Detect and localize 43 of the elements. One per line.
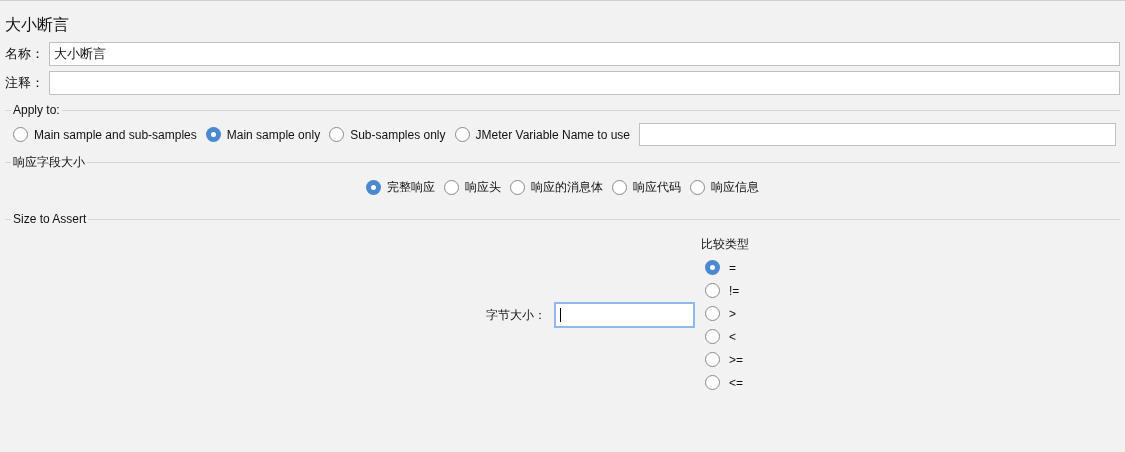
radio-button[interactable] [444, 179, 459, 195]
text-field[interactable] [49, 71, 1120, 95]
radio-label: JMeter Variable Name to use [475, 126, 631, 144]
radio-label: > [729, 305, 736, 323]
radio-button[interactable] [705, 260, 720, 275]
size-input[interactable] [554, 301, 695, 328]
radio-label: 响应代码 [633, 179, 681, 196]
radio-button[interactable] [705, 306, 720, 321]
radio-button[interactable] [612, 179, 627, 195]
radio-button[interactable] [329, 127, 345, 142]
text-cursor-icon [560, 307, 561, 322]
compare-type-title: 比较类型 [701, 236, 749, 253]
radio-label: >= [729, 351, 743, 369]
radio-button[interactable] [13, 127, 28, 142]
radio-label: != [729, 282, 740, 300]
radio-label: 响应的消息体 [531, 179, 603, 196]
radio-label: Main sample only [226, 126, 321, 144]
radio-button[interactable] [454, 127, 470, 142]
radio-label: Sub-samples only [350, 126, 446, 144]
radio-button[interactable] [705, 352, 720, 367]
field-label: 注释： [5, 74, 45, 93]
radio-label: Main sample and sub-samples [34, 126, 197, 144]
radio-button[interactable] [705, 375, 720, 390]
variable-name-field[interactable] [639, 123, 1116, 146]
radio-button[interactable] [366, 179, 381, 195]
radio-button[interactable] [690, 179, 705, 195]
radio-label: = [729, 259, 736, 277]
panel-title: 大小断言 [5, 15, 70, 35]
group-legend: 响应字段大小 [11, 153, 87, 171]
radio-button[interactable] [510, 179, 525, 195]
radio-button[interactable] [705, 283, 720, 298]
radio-label: 响应头 [465, 179, 501, 196]
group-legend: Size to Assert [11, 210, 89, 228]
field-label: 名称： [5, 45, 45, 64]
radio-label: 响应信息 [711, 179, 759, 196]
radio-label: 完整响应 [387, 179, 435, 196]
text-field[interactable]: 大小断言 [49, 42, 1120, 66]
radio-button[interactable] [705, 329, 720, 344]
radio-button[interactable] [205, 127, 221, 142]
radio-label: <= [729, 374, 743, 392]
group-legend: Apply to: [11, 101, 62, 119]
radio-label: < [729, 328, 736, 346]
size-label: 字节大小： [486, 306, 546, 324]
